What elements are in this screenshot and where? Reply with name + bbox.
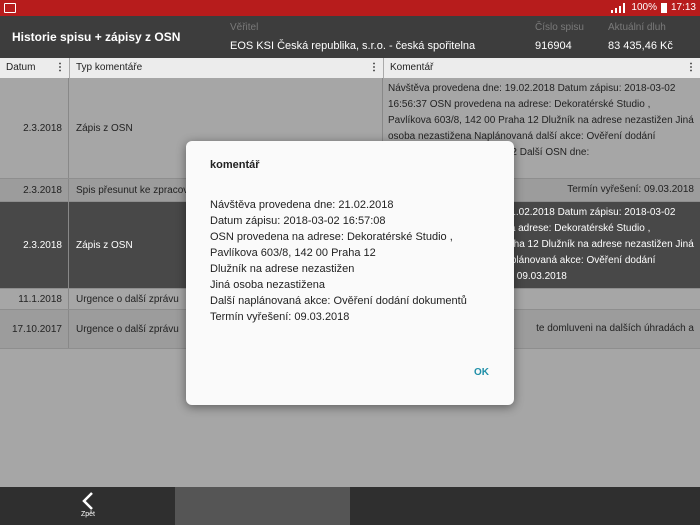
table-header: Datum ⋮ Typ komentáře ⋮ Komentář ⋮: [0, 58, 700, 79]
dialog-line: Pavlíkova 603/8, 142 00 Praha 12: [210, 247, 376, 259]
comment-dialog: komentář Návštěva provedena dne: 21.02.2…: [186, 141, 514, 405]
file-number-label: Číslo spisu: [535, 22, 584, 33]
column-header-comment[interactable]: Komentář ⋮: [384, 58, 700, 78]
cell-date: 2.3.2018: [0, 78, 69, 178]
column-menu-icon[interactable]: ⋮: [369, 58, 379, 78]
battery-icon: [660, 2, 667, 13]
status-bar: 100% 17:13: [0, 0, 700, 16]
cell-date: 2.3.2018: [0, 202, 69, 288]
bottom-bar: Zpět: [0, 487, 700, 525]
dialog-line: Dlužník na adrese nezastižen: [210, 263, 355, 275]
debt-label: Aktuální dluh: [608, 22, 666, 33]
dialog-line: OSN provedena na adrese: Dekoratérské St…: [210, 231, 453, 243]
status-icons: 100% 17:13: [611, 2, 696, 13]
ok-button[interactable]: OK: [474, 367, 489, 378]
signal-icon: [611, 2, 627, 13]
dialog-line: Návštěva provedena dne: 21.02.2018: [210, 199, 394, 211]
cell-date: 2.3.2018: [0, 179, 69, 201]
dialog-line: Jiná osoba nezastižena: [210, 279, 325, 291]
cell-date: 11.1.2018: [0, 289, 69, 309]
column-menu-icon[interactable]: ⋮: [686, 58, 696, 78]
column-menu-icon[interactable]: ⋮: [55, 58, 65, 78]
battery-percent: 100%: [631, 2, 657, 13]
debt-value: 83 435,46 Kč: [608, 40, 673, 52]
column-header-type[interactable]: Typ komentáře ⋮: [70, 58, 384, 78]
app-header: Historie spisu + zápisy z OSN Věřitel EO…: [0, 16, 700, 58]
dialog-line: Další naplánovaná akce: Ověření dodání d…: [210, 295, 467, 307]
cell-date: 17.10.2017: [0, 310, 69, 348]
back-button[interactable]: Zpět: [70, 487, 106, 525]
creditor-value: EOS KSI Česká republika, s.r.o. - česká …: [230, 40, 476, 52]
creditor-label: Věřitel: [230, 22, 259, 33]
dialog-line: Termín vyřešení: 09.03.2018: [210, 311, 350, 323]
back-label: Zpět: [80, 511, 95, 518]
gallery-notification-icon: [4, 3, 16, 13]
dialog-line: Datum zápisu: 2018-03-02 16:57:08: [210, 215, 386, 227]
bottom-tab[interactable]: [175, 487, 350, 525]
page-title: Historie spisu + zápisy z OSN: [12, 30, 181, 44]
dialog-title: komentář: [210, 159, 260, 171]
column-header-date[interactable]: Datum ⋮: [0, 58, 70, 78]
clock: 17:13: [670, 2, 696, 13]
chevron-left-icon: [82, 492, 93, 510]
file-number-value: 916904: [535, 40, 572, 52]
